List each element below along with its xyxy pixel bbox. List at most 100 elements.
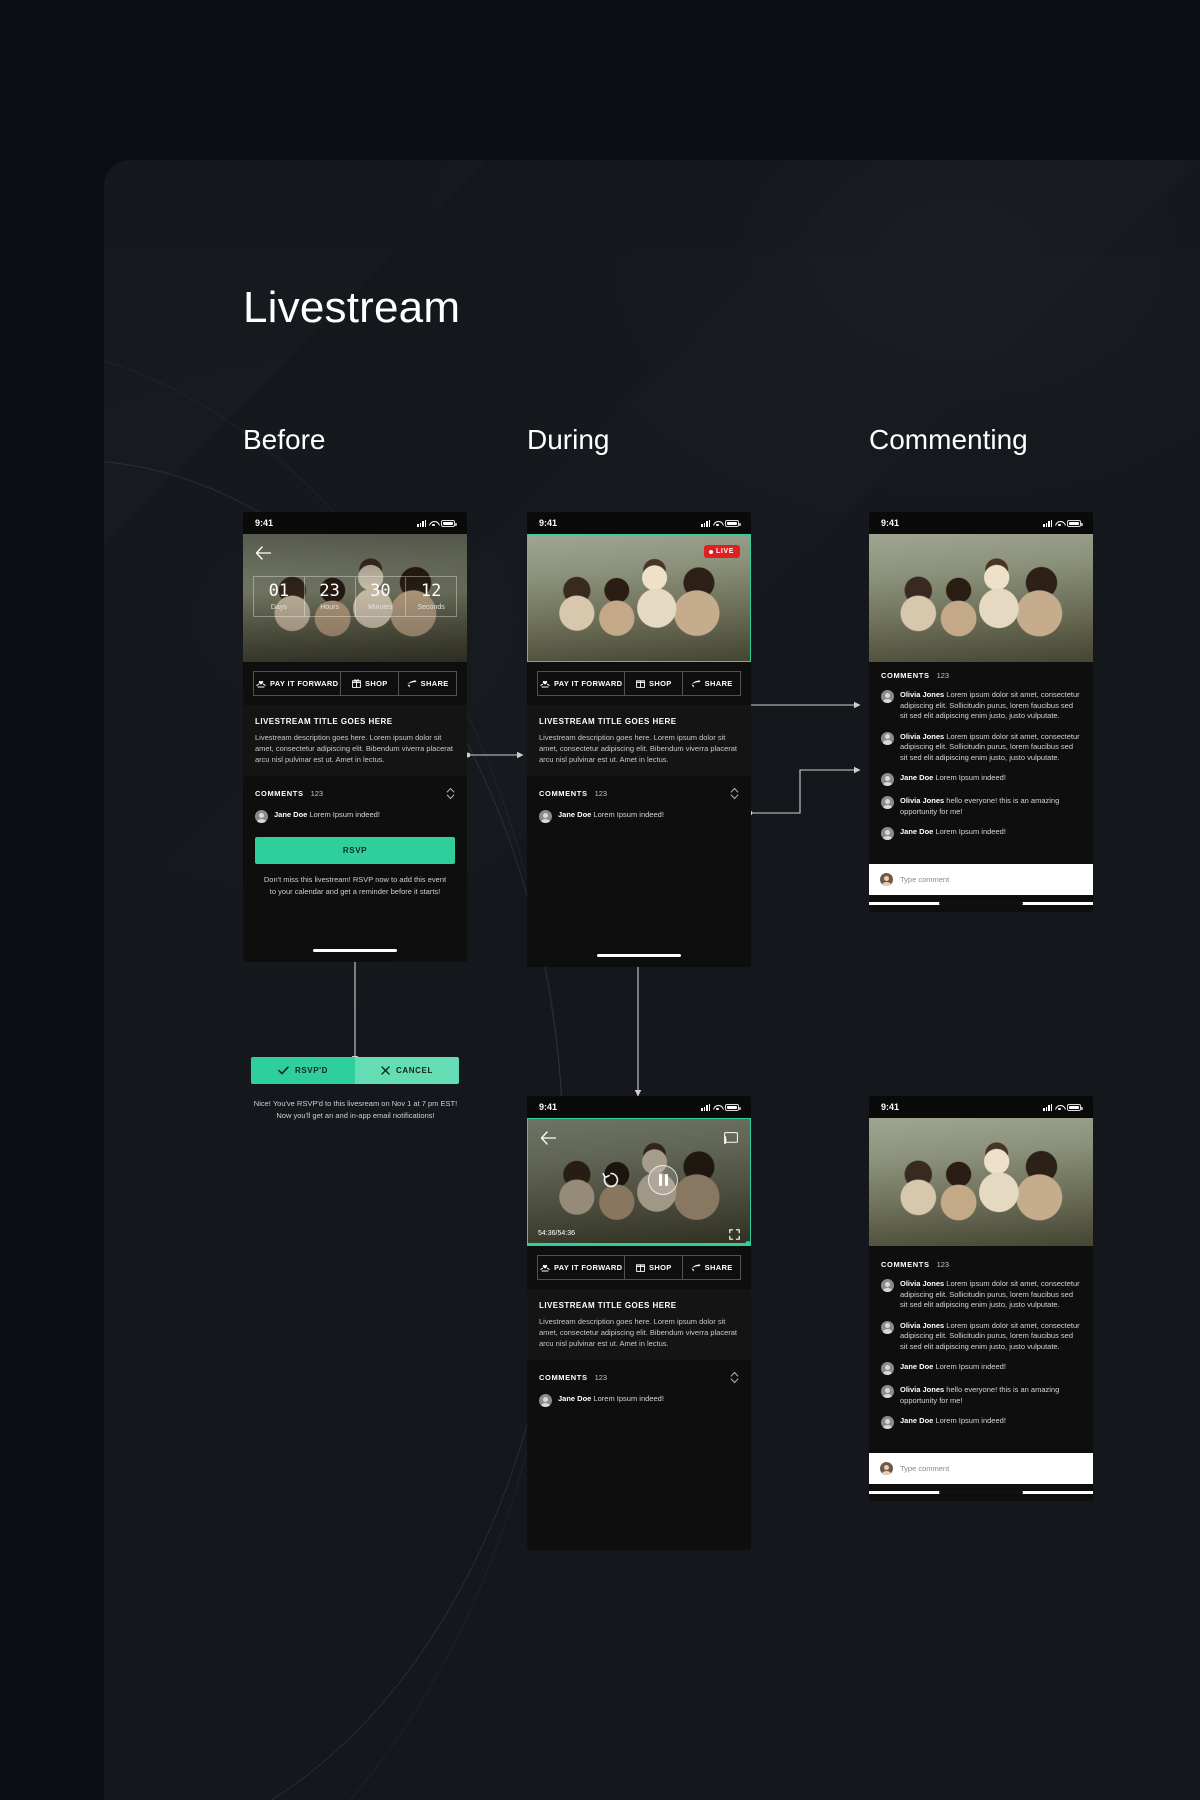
gift-icon: [635, 1264, 645, 1272]
comment-item: Jane Doe Lorem Ipsum indeed!: [881, 1362, 1081, 1375]
cancel-rsvp-button[interactable]: CANCEL: [355, 1057, 459, 1084]
video-player[interactable]: 54:36/54:36: [527, 1118, 751, 1246]
comment-author: Jane Doe: [900, 773, 934, 782]
status-time: 9:41: [255, 518, 274, 528]
comment-text: Jane Doe Lorem Ipsum indeed!: [274, 810, 380, 821]
wifi-icon: [1055, 1104, 1064, 1111]
content-panel: [104, 160, 1200, 1800]
comments-section-expanded: COMMENTS 123 Olivia Jones Lorem ipsum do…: [869, 662, 1093, 864]
player-progress-knob[interactable]: [745, 1241, 750, 1245]
comment-input-placeholder[interactable]: Type comment: [900, 875, 949, 884]
comments-header[interactable]: COMMENTS 123: [539, 787, 739, 800]
shop-button[interactable]: SHOP: [625, 672, 684, 695]
cellular-signal-icon: [417, 519, 426, 527]
avatar: [255, 810, 268, 824]
cast-icon[interactable]: [724, 1131, 738, 1144]
player-progress-bar[interactable]: [528, 1241, 750, 1245]
action-label: PAY IT FORWARD: [554, 679, 623, 688]
comment-composer[interactable]: Type comment: [869, 864, 1093, 895]
hero-image: [869, 534, 1093, 662]
battery-icon: [725, 519, 741, 527]
countdown-label: Minutes: [368, 603, 393, 611]
comments-header[interactable]: COMMENTS 123: [255, 787, 455, 800]
fullscreen-icon[interactable]: [729, 1227, 740, 1240]
share-button[interactable]: SHARE: [683, 1256, 740, 1279]
player-controls: [528, 1165, 750, 1195]
pause-icon[interactable]: [648, 1165, 678, 1195]
comments-header[interactable]: COMMENTS 123: [539, 1371, 739, 1384]
comment-composer[interactable]: Type comment: [869, 1453, 1093, 1484]
action-label: SHOP: [648, 1263, 672, 1272]
comments-header[interactable]: COMMENTS 123: [881, 1260, 1081, 1269]
close-x-icon: [381, 1066, 390, 1075]
pay-it-forward-button[interactable]: PAY IT FORWARD: [538, 1256, 626, 1279]
comment-author: Jane Doe: [558, 1394, 592, 1404]
chevron-expand-icon[interactable]: [730, 787, 739, 800]
shop-button[interactable]: SHOP: [625, 1256, 684, 1279]
countdown-label: Seconds: [417, 603, 445, 611]
comment-body: Lorem Ipsum indeed!: [935, 1362, 1006, 1371]
comment-text: Olivia Jones Lorem ipsum dolor sit amet,…: [900, 690, 1081, 722]
comment-input-placeholder[interactable]: Type comment: [900, 1464, 949, 1473]
comments-count: 123: [936, 1260, 950, 1269]
comment-item: Olivia Jones Lorem ipsum dolor sit amet,…: [881, 1279, 1081, 1311]
action-label: PAY IT FORWARD: [554, 1263, 623, 1272]
cellular-signal-icon: [701, 519, 710, 527]
share-button[interactable]: SHARE: [683, 672, 740, 695]
comment-item: Jane Doe Lorem Ipsum indeed!: [881, 827, 1081, 840]
stream-info: LIVESTREAM TITLE GOES HERE Livestream de…: [527, 705, 751, 777]
comments-label: COMMENTS: [881, 671, 930, 680]
pay-it-forward-button[interactable]: PAY IT FORWARD: [254, 672, 342, 695]
avatar: [881, 1362, 894, 1375]
pay-it-forward-button[interactable]: PAY IT FORWARD: [538, 672, 626, 695]
comments-label: COMMENTS: [255, 789, 304, 799]
chevron-expand-icon[interactable]: [730, 1371, 739, 1384]
rsvp-confirmed-bar: RSVP'D CANCEL: [251, 1057, 459, 1084]
rsvpd-button[interactable]: RSVP'D: [251, 1057, 355, 1084]
status-icons: [1043, 519, 1083, 527]
cancel-label: CANCEL: [396, 1066, 433, 1075]
hero-image: [869, 1118, 1093, 1246]
rsvpd-label: RSVP'D: [294, 1066, 329, 1075]
back-arrow-icon[interactable]: [540, 1131, 556, 1145]
shop-button[interactable]: SHOP: [341, 672, 400, 695]
comment-body: Lorem Ipsum indeed!: [593, 1394, 664, 1404]
share-arrow-icon: [691, 679, 701, 688]
comments-header[interactable]: COMMENTS 123: [881, 671, 1081, 680]
screenshot-root: Livestream Before During Commenting 9:41: [0, 0, 1200, 1800]
comment-text: Olivia Jones hello everyone! this is an …: [900, 1385, 1081, 1406]
comments-count: 123: [594, 1373, 608, 1383]
column-header-before: Before: [243, 424, 326, 455]
phone-before: 9:41 01 Days 23 Hours 30 Minutes 12 Seco…: [243, 512, 467, 962]
player-progress-fill: [528, 1241, 750, 1245]
comments-label: COMMENTS: [881, 1260, 930, 1269]
wifi-icon: [1055, 520, 1064, 527]
status-time: 9:41: [881, 518, 900, 528]
comment-text: Olivia Jones Lorem ipsum dolor sit amet,…: [900, 1279, 1081, 1311]
back-arrow-icon[interactable]: [255, 546, 271, 560]
status-bar: 9:41: [243, 512, 467, 534]
action-label: PAY IT FORWARD: [270, 679, 339, 688]
rsvp-button[interactable]: RSVP: [255, 837, 455, 865]
hero-media-live: LIVE: [527, 534, 751, 662]
chevron-expand-icon[interactable]: [446, 787, 455, 800]
countdown-label: Days: [270, 603, 287, 611]
status-icons: [1043, 1103, 1083, 1111]
avatar: [881, 1320, 894, 1334]
action-label: SHOP: [364, 679, 388, 688]
share-button[interactable]: SHARE: [399, 672, 456, 695]
replay-15-icon[interactable]: [600, 1169, 622, 1191]
stream-description: Livestream description goes here. Lorem …: [255, 733, 454, 765]
comment-body: Lorem Ipsum indeed!: [935, 1416, 1006, 1425]
action-bar: PAY IT FORWARD SHOP SHARE: [537, 671, 741, 696]
wifi-icon: [713, 1104, 722, 1111]
column-header-during: During: [527, 424, 610, 455]
home-indicator: [939, 902, 1023, 905]
comment-text: Jane Doe Lorem Ipsum indeed!: [900, 1362, 1006, 1373]
comment-body: Lorem Ipsum indeed!: [935, 773, 1006, 782]
status-bar: 9:41: [527, 512, 751, 534]
stream-title: LIVESTREAM TITLE GOES HERE: [539, 1301, 677, 1310]
page-title: Livestream: [243, 283, 461, 332]
comments-count: 123: [594, 789, 608, 799]
comment-text: Jane Doe Lorem Ipsum indeed!: [558, 1394, 664, 1405]
